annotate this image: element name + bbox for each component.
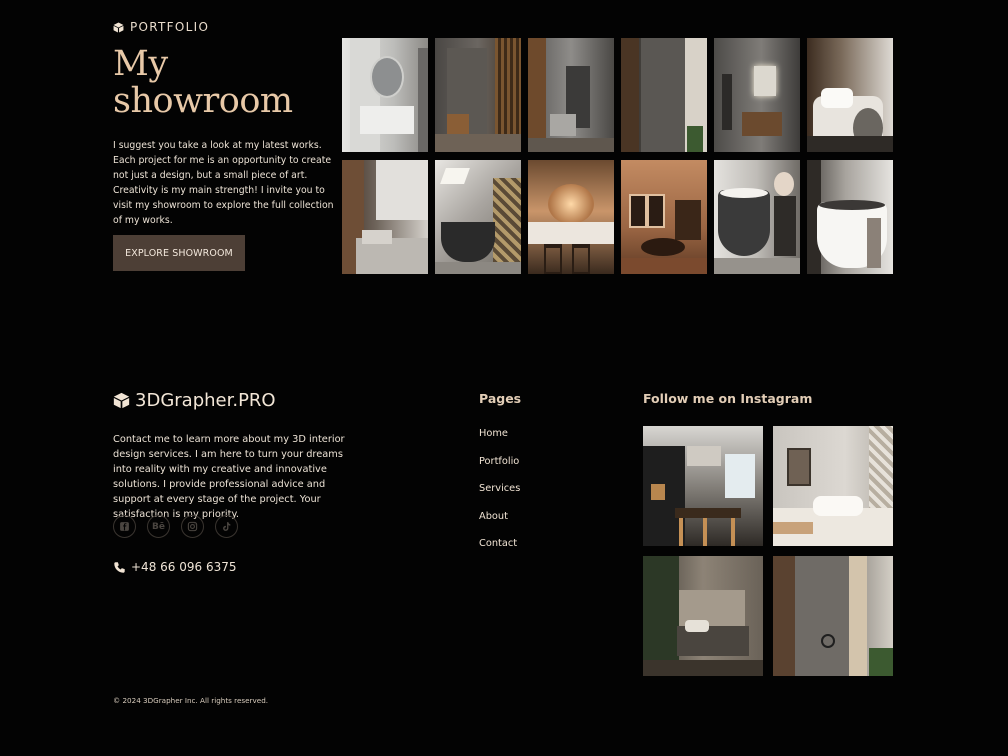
phone-number: +48 66 096 6375 <box>131 560 237 574</box>
gallery-image[interactable] <box>621 38 707 152</box>
intro-text: I suggest you take a look at my latest w… <box>113 140 334 226</box>
footer-link-home[interactable]: Home <box>479 428 520 456</box>
showroom-gallery <box>342 38 893 274</box>
gallery-image[interactable] <box>621 160 707 274</box>
eyebrow-label: PORTFOLIO <box>130 20 210 34</box>
footer-brand[interactable]: 3DGrapher.PRO <box>113 390 276 411</box>
footer-link-about[interactable]: About <box>479 511 520 539</box>
footer-phone[interactable]: +48 66 096 6375 <box>113 560 236 574</box>
instagram-post[interactable] <box>643 426 763 546</box>
footer-link-contact[interactable]: Contact <box>479 538 520 566</box>
gallery-image[interactable] <box>435 160 521 274</box>
gallery-image[interactable] <box>807 38 893 152</box>
cube-icon <box>113 22 124 32</box>
footer-about-text: Contact me to learn more about my 3D int… <box>113 434 345 520</box>
gallery-image[interactable] <box>714 38 800 152</box>
instagram-heading: Follow me on Instagram <box>643 391 813 406</box>
gallery-image[interactable] <box>342 160 428 274</box>
instagram-feed <box>643 426 893 676</box>
copyright: © 2024 3DGrapher Inc. All rights reserve… <box>113 696 269 705</box>
cube-icon <box>113 392 130 409</box>
instagram-link[interactable] <box>181 515 204 538</box>
instagram-post[interactable] <box>773 426 893 546</box>
gallery-image[interactable] <box>528 38 614 152</box>
footer-link-portfolio[interactable]: Portfolio <box>479 456 520 484</box>
facebook-icon <box>120 522 129 531</box>
gallery-image[interactable] <box>807 160 893 274</box>
title-line-1: My <box>113 44 168 84</box>
pages-heading: Pages <box>479 391 522 406</box>
brand-name: 3DGrapher.PRO <box>135 390 276 411</box>
title-line-2: showroom <box>113 81 293 121</box>
tiktok-icon <box>223 522 231 531</box>
instagram-post[interactable] <box>643 556 763 676</box>
portfolio-eyebrow: PORTFOLIO <box>113 20 209 34</box>
tiktok-link[interactable] <box>215 515 238 538</box>
explore-showroom-button[interactable]: EXPLORE SHOWROOM <box>113 235 245 271</box>
footer-link-services[interactable]: Services <box>479 483 520 511</box>
behance-link[interactable]: Bē <box>147 515 170 538</box>
social-links: Bē <box>113 515 238 538</box>
phone-icon <box>114 561 125 573</box>
gallery-image[interactable] <box>342 38 428 152</box>
gallery-image[interactable] <box>435 38 521 152</box>
gallery-image[interactable] <box>528 160 614 274</box>
facebook-link[interactable] <box>113 515 136 538</box>
instagram-post[interactable] <box>773 556 893 676</box>
instagram-icon <box>187 521 198 532</box>
page-title: My showroom <box>113 46 293 120</box>
gallery-image[interactable] <box>714 160 800 274</box>
footer-page-links: Home Portfolio Services About Contact <box>479 428 520 566</box>
behance-icon: Bē <box>152 521 165 532</box>
